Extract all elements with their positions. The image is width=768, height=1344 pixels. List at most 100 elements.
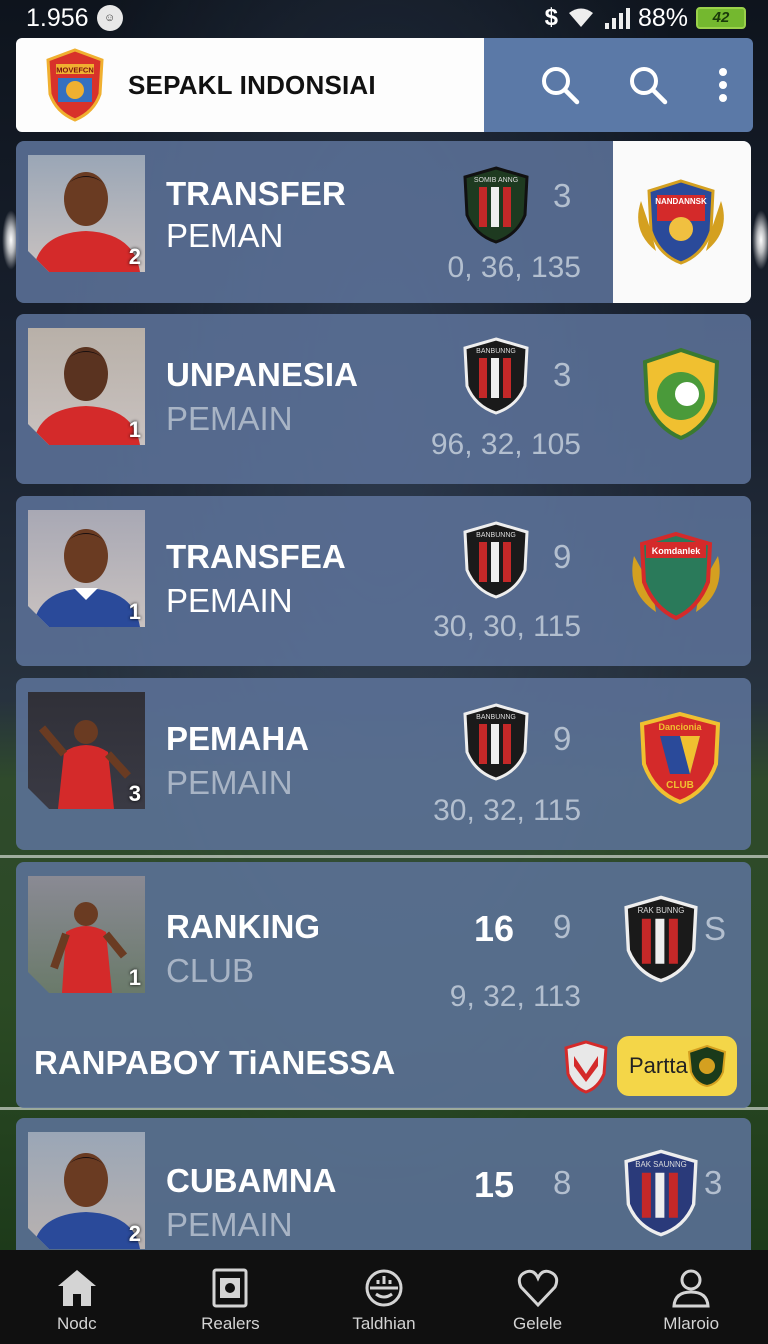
home-icon bbox=[57, 1270, 96, 1306]
nav-label: Mlaroio bbox=[663, 1314, 720, 1333]
row-stats: 0, 36, 135 bbox=[447, 251, 581, 284]
search-icon bbox=[630, 67, 668, 105]
bottom-navigation: Nodc Realers Taldhian Gelele Mlaroio bbox=[0, 1250, 768, 1344]
club-badge-icon: RAK BUNNG bbox=[624, 895, 698, 983]
heart-icon bbox=[517, 1269, 558, 1308]
partner-button[interactable]: Partta bbox=[617, 1036, 737, 1096]
player-rank: 1 bbox=[128, 965, 141, 990]
search-icon bbox=[542, 67, 580, 105]
nav-label: Gelele bbox=[513, 1314, 563, 1333]
data-saver-icon: $ bbox=[544, 4, 558, 31]
list-item[interactable]: 1 TRANSFEA PEMAIN BANBUNNG 9 30, 30, 115… bbox=[16, 496, 751, 666]
status-bar: 1.956 ☺ $ 88% 42 bbox=[0, 0, 768, 36]
notification-icon: ☺ bbox=[96, 5, 123, 31]
svg-text:BAK SAUNNG: BAK SAUNNG bbox=[635, 1160, 687, 1169]
more-vertical-icon bbox=[719, 68, 727, 102]
row-subtitle: CLUB bbox=[166, 952, 255, 989]
app-logo: MOVEFCN bbox=[46, 48, 104, 122]
club-rank: 15 bbox=[474, 1164, 515, 1205]
nav-item-profile[interactable]: Mlaroio bbox=[616, 1268, 766, 1334]
row-stats: 30, 32, 115 bbox=[433, 794, 581, 827]
player-photo: 1 bbox=[28, 876, 145, 993]
row-count: 9 bbox=[553, 720, 572, 757]
partner-label: Partta bbox=[629, 1053, 688, 1078]
club-logo-icon: Dancionia CLUB bbox=[639, 711, 721, 805]
row-title: UNPANESIA bbox=[166, 356, 358, 393]
sponsor-shield-icon bbox=[564, 1040, 608, 1094]
list-item[interactable]: 1 RANKING CLUB 16 9 9, 32, 113 RAK BUNNG… bbox=[16, 862, 751, 1108]
row-count: 3 bbox=[553, 356, 572, 393]
row-stats: 96, 32, 105 bbox=[430, 428, 581, 461]
row-count: 9 bbox=[553, 538, 572, 575]
nav-item-home[interactable]: Nodc bbox=[2, 1268, 152, 1334]
club-logo-icon: NANDANNSK bbox=[638, 179, 724, 265]
svg-text:MOVEFCN: MOVEFCN bbox=[56, 66, 94, 75]
row-trailing: S bbox=[704, 910, 727, 947]
row-stats: 30, 30, 115 bbox=[433, 610, 581, 643]
battery-icon: 42 bbox=[696, 7, 746, 29]
promo-text: RANPABOY TiANESSA bbox=[34, 1044, 396, 1081]
player-rank: 2 bbox=[128, 244, 141, 269]
svg-text:Dancionia: Dancionia bbox=[658, 722, 702, 732]
svg-text:RAK BUNNG: RAK BUNNG bbox=[638, 906, 685, 915]
club-logo-icon bbox=[642, 347, 720, 441]
battery-percent: 88% bbox=[637, 3, 688, 32]
list-item[interactable]: 2 CUBAMNA PEMAIN 15 8 BAK SAUNNG 3 bbox=[16, 1118, 751, 1268]
club-badge-icon: BANBUNNG bbox=[463, 337, 529, 415]
club-badge-icon: BANBUNNG bbox=[463, 521, 529, 599]
signal-icon bbox=[604, 8, 630, 29]
overflow-menu-button[interactable] bbox=[713, 62, 733, 108]
svg-text:BANBUNNG: BANBUNNG bbox=[476, 532, 516, 539]
nav-label: Taldhian bbox=[352, 1314, 416, 1333]
player-rank: 1 bbox=[128, 599, 141, 624]
row-count: 9 bbox=[553, 908, 572, 945]
player-rank: 3 bbox=[128, 781, 141, 806]
player-rank: 1 bbox=[128, 417, 141, 442]
app-title: SEPAKL INDONSIAI bbox=[128, 69, 376, 100]
row-count: 3 bbox=[553, 177, 572, 214]
svg-text:SOMIB ANNG: SOMIB ANNG bbox=[474, 177, 518, 184]
row-trailing: 3 bbox=[704, 1164, 723, 1201]
svg-text:CLUB: CLUB bbox=[666, 780, 694, 791]
player-photo: 1 bbox=[28, 328, 145, 445]
row-stats: 9, 32, 113 bbox=[449, 980, 581, 1013]
list-item[interactable]: 2 TRANSFER PEMAN SOMIB ANNG 3 0, 36, 135… bbox=[16, 141, 751, 303]
nav-item-matches[interactable]: Taldhian bbox=[309, 1268, 459, 1334]
row-subtitle: PEMAIN bbox=[166, 1206, 293, 1243]
svg-text:NANDANNSK: NANDANNSK bbox=[655, 197, 707, 206]
club-badge-icon: SOMIB ANNG bbox=[463, 166, 529, 244]
club-logo-icon: Komdanlek bbox=[632, 531, 720, 621]
field-line bbox=[0, 855, 768, 858]
player-photo: 3 bbox=[28, 692, 145, 809]
app-title-area: MOVEFCN SEPAKL INDONSIAI bbox=[16, 38, 484, 132]
player-photo: 1 bbox=[28, 510, 145, 627]
list-item[interactable]: 3 PEMAHA PEMAIN BANBUNNG 9 30, 32, 115 D… bbox=[16, 678, 751, 850]
row-subtitle: PEMAIN bbox=[166, 400, 293, 437]
nav-label: Nodc bbox=[56, 1314, 97, 1333]
player-rank: 2 bbox=[128, 1221, 141, 1246]
row-count: 8 bbox=[553, 1164, 572, 1201]
status-time: 1.956 bbox=[26, 3, 89, 32]
row-subtitle: PEMAIN bbox=[166, 582, 293, 619]
partner-logo-icon bbox=[687, 1044, 727, 1088]
club-badge-icon: BANBUNNG bbox=[463, 703, 529, 781]
row-subtitle: PEMAIN bbox=[166, 764, 293, 801]
nav-item-readers[interactable]: Realers bbox=[155, 1268, 305, 1334]
nav-label: Realers bbox=[201, 1314, 260, 1333]
svg-text:Komdanlek: Komdanlek bbox=[652, 546, 702, 556]
row-title: RANKING bbox=[166, 908, 320, 945]
player-photo: 2 bbox=[28, 1132, 145, 1249]
club-rank: 16 bbox=[474, 908, 515, 949]
nav-item-favorites[interactable]: Gelele bbox=[463, 1268, 613, 1334]
row-title: TRANSFEA bbox=[166, 538, 346, 575]
stadium-light bbox=[752, 210, 768, 270]
list-item[interactable]: 1 UNPANESIA PEMAIN BANBUNNG 3 96, 32, 10… bbox=[16, 314, 751, 484]
club-badge-icon: BAK SAUNNG bbox=[624, 1149, 698, 1237]
filter-search-button[interactable] bbox=[625, 62, 671, 108]
ball-icon bbox=[365, 1269, 403, 1307]
profile-icon bbox=[672, 1269, 710, 1308]
player-photo: 2 bbox=[28, 155, 145, 272]
search-button[interactable] bbox=[537, 62, 583, 108]
row-title: TRANSFER bbox=[166, 175, 346, 212]
wifi-icon bbox=[568, 8, 593, 27]
